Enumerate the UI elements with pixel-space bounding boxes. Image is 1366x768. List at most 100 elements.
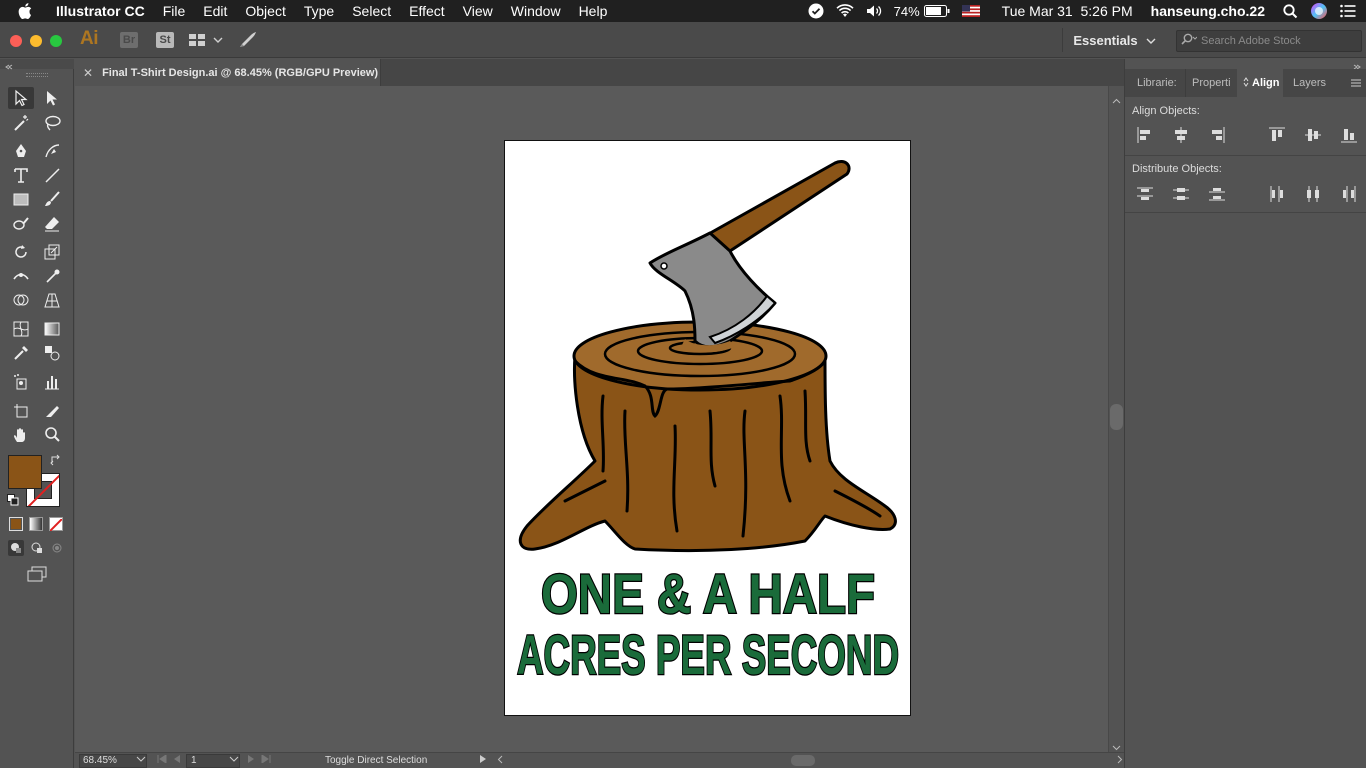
tshirt-artwork[interactable]: ONE & A HALF ACRES PER SECOND [505, 141, 910, 715]
default-colors-icon[interactable] [7, 493, 19, 506]
screen-mode-icon[interactable] [26, 566, 48, 582]
toolbar-header[interactable] [0, 59, 74, 70]
workspace-switcher[interactable]: Essentials [1062, 28, 1166, 52]
status-text[interactable]: Toggle Direct Selection [325, 755, 475, 766]
vertical-align-center-button[interactable] [1302, 125, 1324, 145]
eyedropper-tool[interactable] [8, 342, 34, 364]
type-tool[interactable] [8, 164, 34, 186]
menu-edit[interactable]: Edit [194, 3, 236, 19]
vertical-scrollbar[interactable] [1108, 86, 1124, 752]
gpu-performance-rocket-icon[interactable] [238, 31, 258, 49]
menu-select[interactable]: Select [343, 3, 400, 19]
magic-wand-tool[interactable] [8, 112, 34, 134]
line-segment-tool[interactable] [39, 164, 65, 186]
menu-window[interactable]: Window [502, 3, 570, 19]
user-name[interactable]: hanseung.cho.22 [1151, 3, 1265, 19]
toolbar-grip[interactable] [26, 73, 48, 77]
zoom-level-field[interactable]: 68.45% [79, 753, 147, 768]
tab-align[interactable]: Align [1237, 69, 1283, 97]
direct-selection-tool[interactable] [39, 87, 65, 109]
horizontal-align-right-button[interactable] [1206, 125, 1228, 145]
artboard-tool[interactable] [8, 400, 34, 422]
status-menu-arrow-icon[interactable] [479, 754, 487, 767]
stock-button[interactable]: St [156, 32, 174, 48]
artboard[interactable]: ONE & A HALF ACRES PER SECOND [504, 140, 911, 716]
volume-icon[interactable] [866, 4, 882, 18]
scroll-up-arrow-icon[interactable] [1112, 91, 1121, 109]
checkmark-status-icon[interactable] [808, 3, 824, 19]
perspective-grid-tool[interactable] [39, 289, 65, 311]
vertical-distribute-center-button[interactable] [1170, 184, 1192, 204]
lasso-tool[interactable] [39, 112, 65, 134]
scroll-right-arrow-icon[interactable] [1117, 755, 1123, 767]
slice-tool[interactable] [39, 400, 65, 422]
arrange-documents-icon[interactable] [188, 32, 224, 48]
horizontal-distribute-right-button[interactable] [1338, 184, 1360, 204]
vertical-scroll-thumb[interactable] [1110, 404, 1123, 430]
stock-search-input[interactable] [1201, 35, 1351, 47]
notification-center-icon[interactable] [1340, 4, 1356, 18]
tab-layers[interactable]: Layers [1287, 69, 1337, 97]
draw-normal-icon[interactable] [8, 540, 24, 556]
battery-icon[interactable] [923, 5, 950, 17]
fill-swatch[interactable] [8, 455, 42, 489]
apple-menu-icon[interactable] [18, 3, 40, 19]
horizontal-distribute-center-button[interactable] [1302, 184, 1324, 204]
next-artboard-icon[interactable] [248, 755, 255, 766]
menu-type[interactable]: Type [295, 3, 343, 19]
draw-behind-icon[interactable] [29, 540, 45, 556]
vertical-align-bottom-button[interactable] [1338, 125, 1360, 145]
color-mode-button[interactable] [9, 517, 23, 531]
menu-file[interactable]: File [154, 3, 195, 19]
rectangle-tool[interactable] [8, 188, 34, 210]
close-tab-icon[interactable]: ✕ [83, 66, 93, 80]
column-graph-tool[interactable] [39, 371, 65, 393]
last-artboard-icon[interactable] [261, 754, 271, 766]
none-mode-button[interactable] [49, 517, 63, 532]
app-menu[interactable]: Illustrator CC [50, 3, 154, 19]
menu-view[interactable]: View [454, 3, 502, 19]
hand-tool[interactable] [8, 424, 34, 446]
vertical-distribute-top-button[interactable] [1134, 184, 1156, 204]
menu-help[interactable]: Help [570, 3, 617, 19]
shape-builder-tool[interactable] [8, 289, 34, 311]
paintbrush-tool[interactable] [39, 188, 65, 210]
horizontal-align-center-button[interactable] [1170, 125, 1192, 145]
puppet-warp-tool[interactable] [39, 265, 65, 287]
horizontal-scroll-thumb[interactable] [791, 755, 815, 766]
panel-menu-icon[interactable] [1351, 69, 1361, 97]
horizontal-align-left-button[interactable] [1134, 125, 1156, 145]
siri-icon[interactable] [1310, 2, 1328, 20]
zoom-window-button[interactable] [50, 35, 62, 47]
scroll-left-arrow-icon[interactable] [497, 755, 503, 767]
curvature-tool[interactable] [39, 140, 65, 162]
gradient-tool[interactable] [39, 318, 65, 340]
mesh-tool[interactable] [8, 318, 34, 340]
document-tab[interactable]: ✕ Final T-Shirt Design.ai @ 68.45% (RGB/… [75, 59, 381, 86]
spotlight-search-icon[interactable] [1283, 3, 1298, 19]
menu-object[interactable]: Object [236, 3, 294, 19]
canvas-area[interactable]: ONE & A HALF ACRES PER SECOND [75, 86, 1108, 752]
wifi-icon[interactable] [836, 4, 854, 18]
us-flag-icon[interactable] [961, 5, 980, 17]
stock-search-box[interactable] [1176, 30, 1362, 52]
scale-tool[interactable] [39, 241, 65, 263]
battery-percent[interactable]: 74% [894, 4, 920, 19]
draw-inside-icon[interactable] [49, 540, 65, 556]
zoom-tool[interactable] [39, 424, 65, 446]
eraser-tool[interactable] [39, 213, 65, 235]
minimize-window-button[interactable] [30, 35, 42, 47]
close-window-button[interactable] [10, 35, 22, 47]
clock[interactable]: Tue Mar 31 5:26 PM [1002, 3, 1133, 19]
tab-libraries[interactable]: Librarie: [1131, 69, 1185, 97]
rotate-tool[interactable] [8, 241, 34, 263]
tab-properties[interactable]: Properti [1185, 69, 1237, 97]
gradient-mode-button[interactable] [29, 517, 43, 531]
vertical-distribute-bottom-button[interactable] [1206, 184, 1228, 204]
artboard-number-field[interactable]: 1 [186, 753, 240, 768]
bridge-button[interactable]: Br [120, 32, 138, 48]
pen-tool[interactable] [8, 140, 34, 162]
menu-effect[interactable]: Effect [400, 3, 454, 19]
horizontal-distribute-left-button[interactable] [1266, 184, 1288, 204]
symbol-sprayer-tool[interactable] [8, 371, 34, 393]
